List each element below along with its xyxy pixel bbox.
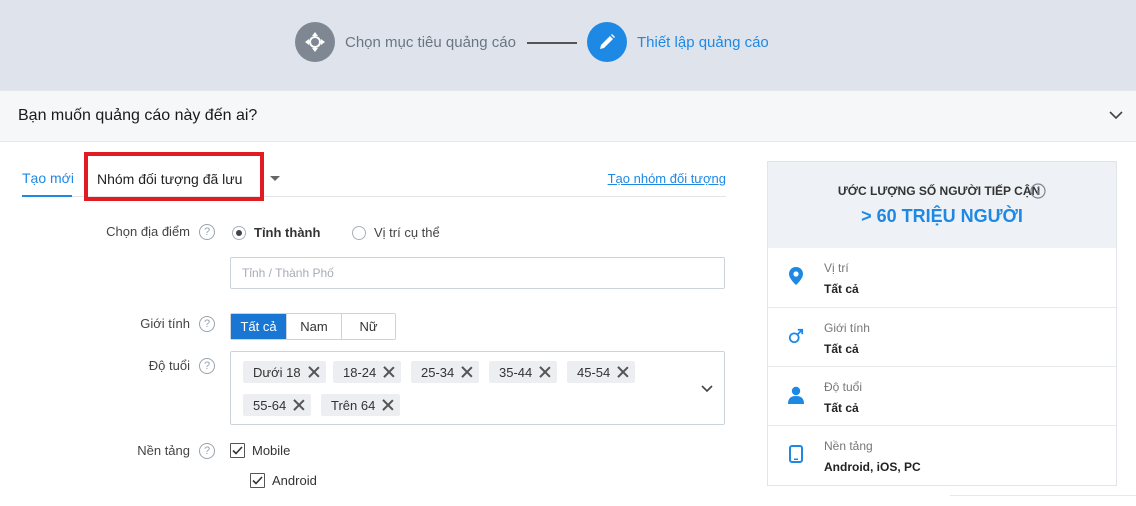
- age-chip-label: Dưới 18: [253, 364, 301, 380]
- age-chip[interactable]: 35-44: [489, 361, 558, 383]
- row-value: Tất cả: [824, 342, 859, 356]
- age-chip[interactable]: Dưới 18: [243, 361, 326, 383]
- estimate-row-platform: Nền tảng Android, iOS, PC: [768, 425, 1116, 484]
- checkbox-android-label: Android: [272, 473, 317, 488]
- age-chip-label: 45-54: [577, 364, 611, 380]
- estimate-value: > 60 TRIỆU NGƯỜI: [861, 206, 1023, 226]
- age-chip-label: Trên 64: [331, 397, 376, 413]
- gender-male-icon: [788, 327, 804, 345]
- step-connector: [527, 42, 577, 44]
- info-icon[interactable]: [1030, 183, 1046, 204]
- row-label: Độ tuổi: [824, 380, 863, 394]
- caret-down-icon[interactable]: [270, 176, 280, 181]
- gender-option-all[interactable]: Tất cả: [231, 314, 286, 339]
- estimate-title: ƯỚC LƯỢNG SỐ NGƯỜI TIẾP CẬN: [837, 184, 1041, 198]
- age-chip-label: 18-24: [343, 364, 377, 380]
- gender-option-male[interactable]: Nam: [286, 314, 341, 339]
- audience-tabs: Tạo mới Nhóm đối tượng đã lưu Tạo nhóm đ…: [22, 152, 726, 201]
- step-setup-ad[interactable]: Thiết lập quảng cáo: [587, 22, 769, 62]
- gender-option-female[interactable]: Nữ: [341, 314, 395, 339]
- age-chip-label: 55-64: [253, 397, 287, 413]
- tablet-icon: [788, 445, 804, 463]
- checkmark-icon: [230, 443, 245, 458]
- province-search-input[interactable]: [230, 257, 725, 289]
- row-label: Vị trí: [824, 261, 849, 275]
- radio-specific-location[interactable]: Vị trí cụ thể: [352, 225, 440, 240]
- remove-icon[interactable]: [382, 399, 394, 411]
- remove-icon[interactable]: [539, 366, 551, 378]
- estimate-header: ƯỚC LƯỢNG SỐ NGƯỜI TIẾP CẬN > 60 TRIỆU N…: [768, 162, 1116, 248]
- radio-province[interactable]: Tỉnh thành: [232, 225, 320, 240]
- divider: [950, 495, 1136, 496]
- remove-icon[interactable]: [383, 366, 395, 378]
- estimate-row-location: Vị trí Tất cả: [768, 248, 1116, 307]
- help-icon[interactable]: ?: [199, 443, 215, 459]
- radio-specific-label: Vị trí cụ thể: [374, 225, 440, 240]
- row-value: Tất cả: [824, 401, 859, 415]
- row-label: Giới tính: [824, 321, 870, 335]
- location-label: Chọn địa điểm: [106, 224, 190, 239]
- step-choose-objective[interactable]: Chọn mục tiêu quảng cáo: [295, 22, 516, 62]
- location-pin-icon: [788, 267, 804, 285]
- checkbox-android[interactable]: Android: [250, 473, 317, 488]
- section-title: Bạn muốn quảng cáo này đến ai?: [18, 107, 258, 124]
- row-value: Android, iOS, PC: [824, 460, 921, 474]
- radio-selected-icon: [232, 225, 246, 240]
- age-chip[interactable]: Trên 64: [321, 394, 401, 416]
- tab-saved-audience[interactable]: Nhóm đối tượng đã lưu: [97, 171, 242, 187]
- age-chip[interactable]: 18-24: [333, 361, 402, 383]
- stepper: Chọn mục tiêu quảng cáo Thiết lập quảng …: [0, 0, 1136, 90]
- row-label: Nền tảng: [824, 439, 873, 453]
- help-icon[interactable]: ?: [199, 316, 215, 332]
- help-icon[interactable]: ?: [199, 224, 215, 240]
- age-chip[interactable]: 55-64: [243, 394, 312, 416]
- step2-label: Thiết lập quảng cáo: [637, 33, 769, 51]
- help-icon[interactable]: ?: [199, 358, 215, 374]
- age-chip-label: 25-34: [421, 364, 455, 380]
- radio-province-label: Tỉnh thành: [254, 225, 321, 240]
- checkbox-mobile[interactable]: Mobile: [230, 443, 290, 458]
- pencil-icon: [587, 22, 627, 62]
- checkmark-icon: [250, 473, 265, 488]
- chevron-down-icon[interactable]: [1108, 107, 1124, 128]
- age-chip[interactable]: 45-54: [567, 361, 636, 383]
- estimate-row-gender: Giới tính Tất cả: [768, 307, 1116, 366]
- step1-label: Chọn mục tiêu quảng cáo: [345, 33, 516, 51]
- radio-empty-icon: [352, 225, 366, 240]
- age-chip[interactable]: 25-34: [411, 361, 480, 383]
- create-audience-link[interactable]: Tạo nhóm đối tượng: [608, 171, 726, 186]
- checkbox-mobile-label: Mobile: [252, 443, 291, 458]
- age-multiselect[interactable]: Dưới 18 18-24 25-34 35-44 45-54 55-64 Tr…: [230, 351, 725, 425]
- active-tab-indicator: [22, 195, 72, 197]
- age-chip-label: 35-44: [499, 364, 533, 380]
- tab-create-new[interactable]: Tạo mới: [22, 170, 74, 186]
- remove-icon[interactable]: [617, 366, 629, 378]
- crosshair-move-icon: [295, 22, 335, 62]
- reach-estimate-panel: ƯỚC LƯỢNG SỐ NGƯỜI TIẾP CẬN > 60 TRIỆU N…: [767, 161, 1117, 486]
- platform-label: Nền tảng: [137, 443, 190, 458]
- row-value: Tất cả: [824, 282, 859, 296]
- remove-icon[interactable]: [293, 399, 305, 411]
- remove-icon[interactable]: [461, 366, 473, 378]
- chevron-down-icon[interactable]: [700, 382, 714, 401]
- gender-label: Giới tính: [140, 316, 190, 331]
- person-icon: [788, 386, 804, 404]
- estimate-row-age: Độ tuổi Tất cả: [768, 366, 1116, 425]
- age-label: Độ tuổi: [148, 358, 190, 373]
- audience-section-header[interactable]: Bạn muốn quảng cáo này đến ai?: [0, 90, 1136, 142]
- gender-segmented-control: Tất cả Nam Nữ: [230, 313, 396, 340]
- remove-icon[interactable]: [308, 366, 320, 378]
